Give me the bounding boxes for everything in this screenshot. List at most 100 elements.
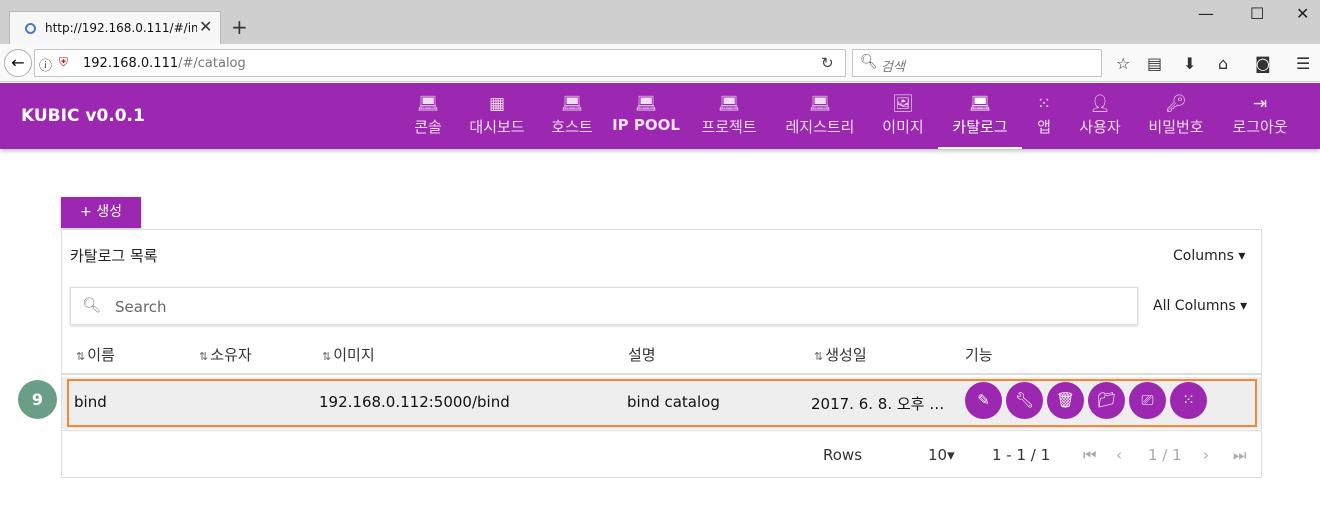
sort-icon: ⇅ [322,350,332,363]
page-indicator: 1 / 1 [1148,446,1182,464]
nav-catalog[interactable]: 💻︎ 카탈로그 [938,83,1022,149]
create-button[interactable]: + 생성 [61,197,141,228]
nav-image[interactable]: 🖼︎ 이미지 [873,83,933,149]
nav-password[interactable]: 🔑︎ 비밀번호 [1140,83,1212,149]
search-input[interactable] [115,296,715,318]
apps-grid-icon: ⁙ [1182,391,1195,409]
first-page-icon: ⏮ [1083,446,1097,464]
header-created[interactable]: ⇅ 생성일 [814,344,867,365]
laptop-icon: 💻︎ [969,94,991,114]
header-divider [62,373,1261,375]
favicon-icon [25,23,36,34]
header-image[interactable]: ⇅ 이미지 [322,344,375,365]
minimize-button[interactable]: — [1198,4,1214,23]
download-icon[interactable]: ⬇ [1183,54,1196,73]
header-owner[interactable]: ⇅ 소유자 [199,344,252,365]
edit-icon: ✎ [977,391,990,409]
search-box[interactable]: 🔍︎ [70,287,1138,325]
apps-grid-icon: ⁙ [1036,94,1052,114]
first-page-button[interactable]: ⏮ [1083,446,1097,464]
settings-button[interactable]: 🔧︎ [1006,382,1043,419]
prev-page-button[interactable]: ‹ [1116,446,1122,464]
cell-description: bind catalog [627,393,720,411]
maximize-button[interactable]: ☐ [1250,4,1264,23]
reading-list-icon[interactable]: ▤ [1147,54,1162,73]
browser-navbar: ← ⓘ ⛨ 192.168.0.111/#/catalog ↻ 🔍︎ 검색 ☆ … [0,44,1320,82]
chevron-left-icon: ‹ [1116,446,1122,464]
sort-icon: ⇅ [199,350,209,363]
apps-button[interactable]: ⁙ [1170,382,1207,419]
dashboard-icon: ▦ [488,94,506,114]
nav-app[interactable]: ⁙ 앱 [1028,83,1060,149]
last-page-icon: ⏭ [1233,446,1247,464]
header-actions: 기능 [965,346,993,364]
cell-created: 2017. 6. 8. 오후 … [811,395,945,413]
laptop-icon: 💻︎ [417,94,439,114]
last-page-button[interactable]: ⏭ [1233,446,1247,464]
chevron-right-icon: › [1203,446,1209,464]
folder-icon: 📁︎ [1096,391,1117,409]
browser-search-placeholder: 검색 [881,60,905,75]
panel-title: 카탈로그 목록 [70,247,158,265]
catalog-panel: 카탈로그 목록 Columns ▾ 🔍︎ All Columns ▾ ⇅이름 ⇅… [61,229,1262,478]
browser-search-bar[interactable]: 🔍︎ 검색 [852,49,1102,77]
cell-image: 192.168.0.112:5000/bind [319,393,510,411]
step-badge: 9 [18,380,57,419]
footer-divider [62,430,1261,431]
caret-down-icon: ▾ [1238,248,1246,264]
nav-console[interactable]: 💻︎ 콘솔 [404,83,452,149]
delete-button[interactable]: 🗑︎ [1047,382,1084,419]
next-page-button[interactable]: › [1203,446,1209,464]
caret-down-icon: ▾ [947,446,955,464]
logout-icon: ⇥ [1252,94,1268,114]
info-icon[interactable]: ⓘ [39,55,52,74]
reload-icon[interactable]: ↻ [821,54,834,72]
search-icon: 🔍︎ [82,296,102,314]
shield-icon[interactable]: ⛨ [59,55,68,70]
cast-button[interactable]: ⎚ [1129,382,1166,419]
browser-tab[interactable]: http://192.168.0.111/#/imag ✕ [9,11,221,44]
nav-project[interactable]: 💻︎ 프로젝트 [691,83,767,149]
folder-button[interactable]: 📁︎ [1088,382,1125,419]
delete-icon: 🗑︎ [1055,391,1076,409]
rows-per-page-select[interactable]: 10▾ [928,446,955,464]
browser-tab-strip: http://192.168.0.111/#/imag ✕ + — ☐ ✕ [0,0,1320,44]
back-button[interactable]: ← [4,49,32,77]
tab-close-icon[interactable]: ✕ [199,17,212,36]
laptop-icon: 💻︎ [561,94,583,114]
nav-logout[interactable]: ⇥ 로그아웃 [1222,83,1298,149]
wrench-icon: 🔧︎ [1014,391,1035,409]
laptop-icon: 💻︎ [809,94,831,114]
brand-title: KUBIC v0.0.1 [21,106,145,126]
laptop-icon: 💻︎ [635,94,657,114]
page-range: 1 - 1 / 1 [992,446,1051,464]
rows-label: Rows [823,446,863,464]
sort-icon: ⇅ [814,350,824,363]
close-window-button[interactable]: ✕ [1296,4,1309,23]
cast-icon: ⎚ [1141,391,1154,409]
tab-title: http://192.168.0.111/#/imag [45,21,197,35]
url-bar[interactable]: ⓘ ⛨ 192.168.0.111/#/catalog ↻ [34,49,846,77]
sort-icon: ⇅ [76,350,86,363]
nav-dashboard[interactable]: ▦ 대시보드 [457,83,537,149]
edit-button[interactable]: ✎ [965,382,1002,419]
image-icon: 🖼︎ [892,94,914,114]
app-bar: KUBIC v0.0.1 💻︎ 콘솔 ▦ 대시보드 💻︎ 호스트 💻︎ IP P… [0,83,1320,149]
header-description[interactable]: 설명 [628,344,656,365]
home-icon[interactable]: ⌂ [1218,54,1228,73]
new-tab-button[interactable]: + [231,15,248,39]
nav-host[interactable]: 💻︎ 호스트 [540,83,604,149]
nav-user[interactable]: 👤︎ 사용자 [1070,83,1130,149]
star-icon[interactable]: ☆ [1116,54,1130,73]
columns-dropdown[interactable]: Columns ▾ [1173,248,1245,264]
nav-ip-pool[interactable]: 💻︎ IP POOL [610,83,682,149]
laptop-icon: 💻︎ [718,94,740,114]
person-icon: 👤︎ [1089,94,1111,114]
all-columns-dropdown[interactable]: All Columns ▾ [1153,298,1247,314]
header-name[interactable]: ⇅ 이름 [76,344,115,365]
url-text[interactable]: 192.168.0.111/#/catalog [83,56,246,71]
pocket-icon[interactable]: ◙ [1255,54,1271,73]
hamburger-menu-icon[interactable]: ☰ [1296,54,1310,73]
nav-registry[interactable]: 💻︎ 레지스트리 [775,83,865,149]
key-icon: 🔑︎ [1165,94,1187,114]
